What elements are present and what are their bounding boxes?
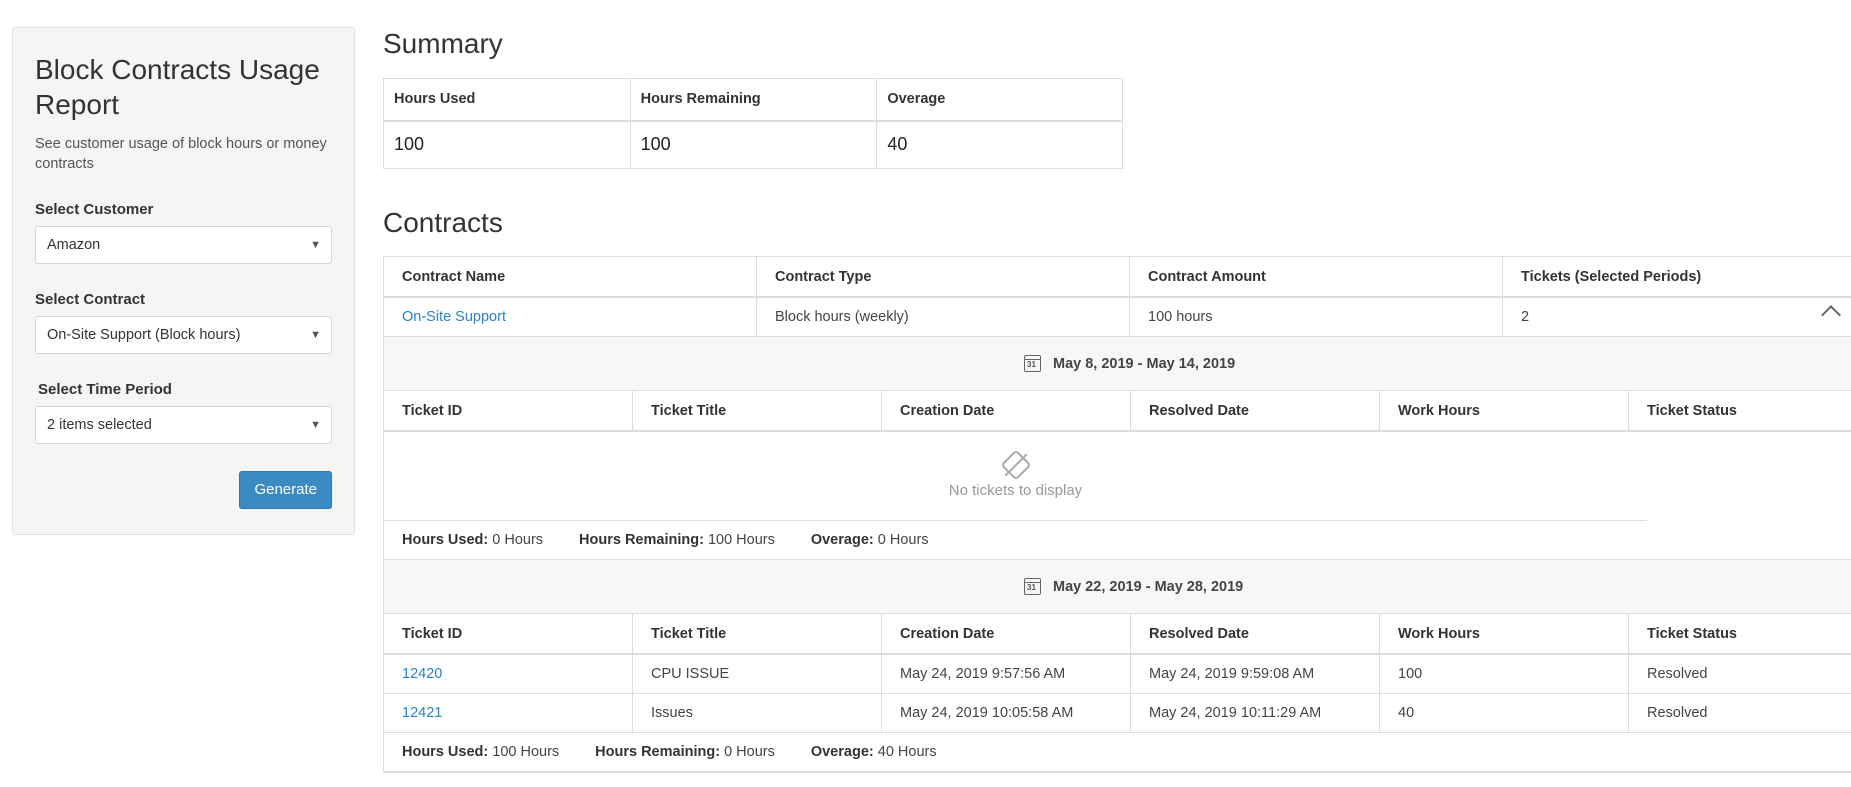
- period-overage: Overage: 40 Hours: [810, 744, 937, 760]
- ticket-header-status: Ticket Status: [1629, 614, 1851, 653]
- summary-header-hours-used: Hours Used: [383, 78, 631, 122]
- contracts-header-tickets: Tickets (Selected Periods): [1503, 257, 1851, 296]
- contracts-header-amount: Contract Amount: [1130, 257, 1503, 296]
- summary-header-overage: Overage: [876, 78, 1123, 122]
- report-description: See customer usage of block hours or mon…: [35, 136, 327, 172]
- ticket-resolved-cell: May 24, 2019 9:59:08 AM: [1131, 655, 1380, 693]
- ticket-header-id: Ticket ID: [384, 391, 633, 430]
- ticket-created-cell: May 24, 2019 10:05:58 AM: [882, 694, 1131, 732]
- contract-amount-cell: 100 hours: [1130, 298, 1503, 336]
- ticket-header-created: Creation Date: [882, 614, 1131, 653]
- period-select-value: 2 items selected: [47, 417, 152, 433]
- period-hours-used: Hours Used: 100 Hours: [402, 744, 560, 760]
- summary-hours-remaining: 100: [629, 120, 878, 169]
- customer-select-value: Amazon: [47, 237, 101, 253]
- ticket-header-title: Ticket Title: [633, 614, 882, 653]
- ticket-header-id: Ticket ID: [384, 614, 633, 653]
- contract-tickets-cell: 2: [1503, 298, 1851, 336]
- period-range: May 22, 2019 - May 28, 2019: [1053, 578, 1244, 595]
- empty-tickets-text: No tickets to display: [948, 481, 1083, 499]
- ticket-header-hours: Work Hours: [1380, 614, 1629, 653]
- period-hours-remaining: Hours Remaining: 100 Hours: [579, 532, 775, 548]
- summary-overage: 40: [876, 120, 1123, 169]
- period-range: May 8, 2019 - May 14, 2019: [1053, 355, 1236, 372]
- period-overage: Overage: 0 Hours: [810, 532, 929, 548]
- ticket-id-link[interactable]: 12420: [402, 666, 442, 682]
- caret-down-icon: ▼: [310, 329, 321, 341]
- ticket-row: 12421 Issues May 24, 2019 10:05:58 AM Ma…: [384, 694, 1851, 733]
- ticket-header-title: Ticket Title: [633, 391, 882, 430]
- ticket-id-link[interactable]: 12421: [402, 705, 442, 721]
- ticket-header-resolved: Resolved Date: [1131, 391, 1380, 430]
- ticket-header-created: Creation Date: [882, 391, 1131, 430]
- summary-table: Hours Used Hours Remaining Overage 100 1…: [383, 78, 1123, 169]
- ticket-id-cell: 12420: [384, 655, 633, 693]
- ticket-header-hours: Work Hours: [1380, 391, 1629, 430]
- ticket-status-cell: Resolved: [1629, 655, 1851, 693]
- customer-label: Select Customer: [35, 201, 154, 218]
- ticket-resolved-cell: May 24, 2019 10:11:29 AM: [1131, 694, 1380, 732]
- ticket-header-row: Ticket ID Ticket Title Creation Date Res…: [384, 391, 1851, 432]
- calendar-icon: 31: [1024, 355, 1041, 372]
- ticket-title-cell: CPU ISSUE: [633, 655, 882, 693]
- contracts-header-name: Contract Name: [384, 257, 757, 296]
- button-row: Generate: [35, 471, 332, 509]
- no-tickets-icon: [999, 448, 1032, 481]
- period-header: 31 May 8, 2019 - May 14, 2019: [384, 337, 1851, 391]
- period-label: Select Time Period: [38, 381, 172, 398]
- contracts-header-row: Contract Name Contract Type Contract Amo…: [384, 257, 1851, 298]
- contract-type-cell: Block hours (weekly): [757, 298, 1130, 336]
- period-hours-used: Hours Used: 0 Hours: [402, 532, 544, 548]
- contract-select-value: On-Site Support (Block hours): [47, 327, 241, 343]
- caret-down-icon: ▼: [310, 239, 321, 251]
- calendar-icon: 31: [1024, 578, 1041, 595]
- ticket-id-cell: 12421: [384, 694, 633, 732]
- period-header: 31 May 22, 2019 - May 28, 2019: [384, 560, 1851, 614]
- caret-down-icon: ▼: [310, 419, 321, 431]
- empty-tickets-state: No tickets to display: [384, 432, 1647, 521]
- period-totals: Hours Used: 100 Hours Hours Remaining: 0…: [384, 733, 1851, 772]
- summary-header-hours-remaining: Hours Remaining: [629, 78, 878, 122]
- period-totals: Hours Used: 0 Hours Hours Remaining: 100…: [384, 521, 1851, 560]
- ticket-hours-cell: 100: [1380, 655, 1629, 693]
- ticket-header-status: Ticket Status: [1629, 391, 1851, 430]
- ticket-header-resolved: Resolved Date: [1131, 614, 1380, 653]
- summary-hours-used: 100: [383, 120, 631, 169]
- contract-name-link[interactable]: On-Site Support: [402, 309, 506, 325]
- contracts-table: Contract Name Contract Type Contract Amo…: [383, 256, 1851, 773]
- ticket-created-cell: May 24, 2019 9:57:56 AM: [882, 655, 1131, 693]
- report-filter-panel: Block Contracts Usage Report See custome…: [12, 27, 355, 535]
- period-hours-remaining: Hours Remaining: 0 Hours: [595, 744, 775, 760]
- contracts-title: Contracts: [383, 207, 503, 238]
- report-title: Block Contracts Usage Report: [35, 54, 320, 120]
- ticket-row: 12420 CPU ISSUE May 24, 2019 9:57:56 AM …: [384, 655, 1851, 694]
- contract-label: Select Contract: [35, 291, 146, 308]
- customer-select[interactable]: Amazon ▼: [35, 226, 332, 264]
- ticket-status-cell: Resolved: [1629, 694, 1851, 732]
- period-select[interactable]: 2 items selected ▼: [35, 406, 332, 444]
- contract-row[interactable]: On-Site Support Block hours (weekly) 100…: [384, 298, 1851, 337]
- contracts-header-type: Contract Type: [757, 257, 1130, 296]
- contract-select[interactable]: On-Site Support (Block hours) ▼: [35, 316, 332, 354]
- generate-button[interactable]: Generate: [239, 471, 332, 509]
- ticket-hours-cell: 40: [1380, 694, 1629, 732]
- summary-title: Summary: [383, 28, 503, 59]
- ticket-header-row: Ticket ID Ticket Title Creation Date Res…: [384, 614, 1851, 655]
- contract-name-cell: On-Site Support: [384, 298, 757, 336]
- ticket-title-cell: Issues: [633, 694, 882, 732]
